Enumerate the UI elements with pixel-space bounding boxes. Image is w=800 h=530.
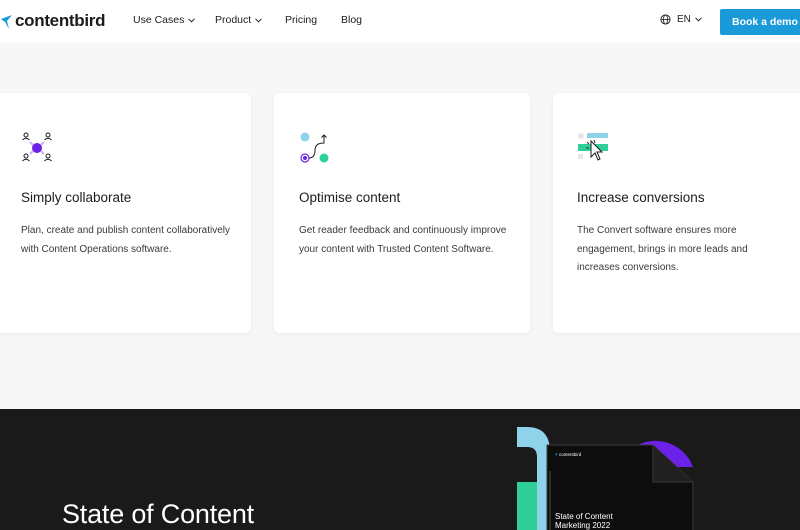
feature-title: Simply collaborate bbox=[21, 190, 132, 205]
feature-card-convert: Increase conversions The Convert softwar… bbox=[553, 93, 800, 333]
report-cover-brand-text: contentbird bbox=[559, 452, 582, 457]
report-heading: State of Content bbox=[62, 499, 254, 529]
top-navigation: contentbird Use Cases Product Pricing Bl… bbox=[0, 0, 800, 43]
conversion-cursor-icon bbox=[578, 133, 608, 161]
nav-item-pricing[interactable]: Pricing bbox=[285, 14, 317, 26]
feature-title: Optimise content bbox=[299, 190, 401, 205]
language-label: EN bbox=[677, 14, 691, 25]
brand-name: contentbird bbox=[15, 11, 106, 30]
bird-logo-icon bbox=[1, 15, 12, 29]
book-demo-button[interactable]: Book a demo bbox=[720, 9, 800, 35]
report-cover-title: State of Content Marketing 2022 bbox=[555, 512, 613, 530]
report-cover-title-line: Marketing 2022 bbox=[555, 520, 611, 530]
feature-description: Get reader feedback and continuously imp… bbox=[299, 225, 507, 255]
feature-description: Plan, create and publish content collabo… bbox=[21, 225, 231, 255]
nav-item-label: Blog bbox=[341, 14, 363, 26]
report-cover-brand: contentbird bbox=[554, 452, 581, 457]
chevron-down-icon bbox=[695, 17, 702, 22]
nav-item-use-cases[interactable]: Use Cases bbox=[133, 14, 196, 26]
feature-description: The Convert software ensures more engage… bbox=[577, 225, 748, 273]
nav-item-product[interactable]: Product bbox=[215, 14, 263, 26]
feature-title: Increase conversions bbox=[577, 190, 705, 205]
report-section: State of Content contentbird State of Co… bbox=[0, 409, 800, 530]
people-network-icon bbox=[22, 132, 52, 162]
feature-card-optimise: Optimise content Get reader feedback and… bbox=[274, 93, 530, 333]
brand-logo[interactable]: contentbird bbox=[0, 9, 106, 33]
nav-item-blog[interactable]: Blog bbox=[341, 14, 362, 26]
nav-item-label: Product bbox=[215, 14, 252, 26]
nav-item-label: Use Cases bbox=[133, 14, 185, 26]
optimise-path-icon bbox=[300, 132, 329, 163]
globe-icon bbox=[660, 14, 671, 25]
chevron-down-icon bbox=[188, 17, 196, 23]
nav-item-label: Pricing bbox=[285, 14, 318, 26]
language-selector[interactable]: EN bbox=[660, 14, 702, 25]
chevron-down-icon bbox=[255, 17, 263, 23]
feature-card-collaborate: Simply collaborate Plan, create and publ… bbox=[0, 93, 251, 333]
